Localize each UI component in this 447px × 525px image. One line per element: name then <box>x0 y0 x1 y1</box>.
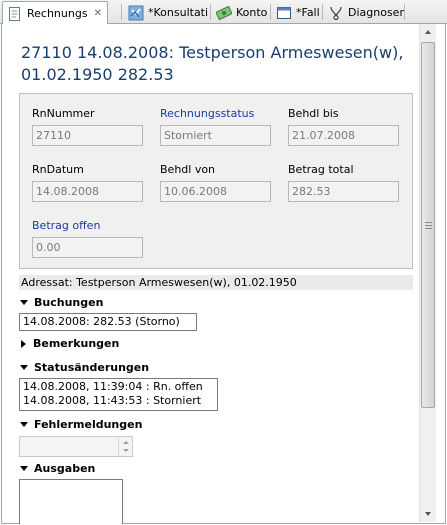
tab-konsultation[interactable]: *Konsultati <box>124 1 210 24</box>
spinner-down-icon[interactable] <box>123 449 129 452</box>
tab-konto[interactable]: Konto <box>212 1 270 24</box>
behdl-bis-field: 21.07.2008 <box>288 125 399 146</box>
rechnungsstatus-label[interactable]: Rechnungsstatus <box>160 107 254 120</box>
consultation-icon <box>128 5 144 21</box>
ausgaben-list[interactable] <box>19 479 123 524</box>
adressat-label: Adressat: Testperson Armeswesen(w), 01.0… <box>19 275 413 290</box>
tab-label: Konto <box>236 6 268 19</box>
behdl-von-field: 10.06.2008 <box>160 181 271 202</box>
behdl-von-label: Behdl von <box>160 163 216 176</box>
tab-rechnungs[interactable]: Rechnungs ✕ <box>2 1 108 25</box>
grip-line <box>425 225 432 226</box>
scrollbar-thumb[interactable] <box>421 42 435 408</box>
chevron-right-icon <box>21 339 26 348</box>
section-label: Fehlermeldungen <box>34 418 143 431</box>
grip-line <box>425 228 432 229</box>
tab-diagnosen[interactable]: Diagnosen <box>324 1 404 24</box>
chevron-down-icon <box>20 422 28 427</box>
rnnummer-field: 27110 <box>32 125 143 146</box>
behdl-bis-label: Behdl bis <box>288 107 339 120</box>
list-item[interactable]: 14.08.2008, 11:43:53 : Storniert <box>23 394 214 408</box>
arrow-up-icon <box>425 30 431 34</box>
section-label: Bemerkungen <box>33 337 120 350</box>
tab-divider <box>210 4 211 20</box>
statusaenderungen-section-header[interactable]: Statusänderungen <box>20 361 149 374</box>
spinner-buttons[interactable] <box>118 437 132 456</box>
tab-divider <box>322 4 323 20</box>
bemerkungen-section-header[interactable]: Bemerkungen <box>20 337 119 350</box>
tab-label: *Fall <box>296 6 320 19</box>
betrag-offen-field: 0.00 <box>32 237 143 258</box>
editor-tab-bar: Rechnungs ✕ *Konsultati Konto *Fall Diag… <box>0 0 447 25</box>
diagnosis-icon <box>328 5 344 21</box>
tab-fall[interactable]: *Fall <box>272 1 322 24</box>
betrag-offen-label[interactable]: Betrag offen <box>32 219 100 232</box>
section-label: Buchungen <box>34 296 104 309</box>
tab-divider <box>270 4 271 20</box>
scroll-up-button[interactable] <box>420 24 436 40</box>
close-icon[interactable]: ✕ <box>94 8 102 19</box>
rnnummer-label: RnNummer <box>32 107 95 120</box>
tab-label: Diagnosen <box>348 6 404 19</box>
buchungen-list[interactable]: 14.08.2008: 282.53 (Storno) <box>19 313 197 331</box>
scroll-down-button[interactable] <box>420 506 436 522</box>
fehlermeldungen-spinner[interactable] <box>19 436 133 457</box>
spinner-up-icon[interactable] <box>123 441 129 444</box>
rndatum-label: RnDatum <box>32 163 84 176</box>
tab-label: *Konsultati <box>148 6 209 19</box>
statusaenderungen-list[interactable]: 14.08.2008, 11:39:04 : Rn. offen 14.08.2… <box>19 378 218 411</box>
section-label: Statusänderungen <box>34 361 150 374</box>
list-item[interactable]: 14.08.2008: 282.53 (Storno) <box>23 315 193 329</box>
betrag-total-label: Betrag total <box>288 163 354 176</box>
rechnungsstatus-field: Storniert <box>160 125 271 146</box>
list-item[interactable]: 14.08.2008, 11:39:04 : Rn. offen <box>23 380 214 394</box>
chevron-down-icon <box>20 365 28 370</box>
rndatum-field: 14.08.2008 <box>32 181 143 202</box>
case-window-icon <box>276 5 292 21</box>
chevron-down-icon <box>20 300 28 305</box>
tab-label: Rechnungs <box>27 7 88 20</box>
ausgaben-section-header[interactable]: Ausgaben <box>20 462 95 475</box>
tab-divider <box>404 4 405 20</box>
betrag-total-field: 282.53 <box>288 181 399 202</box>
invoice-editor: 27110 14.08.2008: Testperson Armeswesen(… <box>1 24 446 524</box>
chevron-down-icon <box>20 466 28 471</box>
section-label: Ausgaben <box>34 462 96 475</box>
invoice-details-panel: RnNummer 27110 Rechnungsstatus Storniert… <box>19 93 413 269</box>
page-title: 27110 14.08.2008: Testperson Armeswesen(… <box>21 43 404 84</box>
grip-line <box>425 222 432 223</box>
arrow-down-icon <box>425 512 431 516</box>
money-icon <box>215 5 233 21</box>
buchungen-section-header[interactable]: Buchungen <box>20 296 103 309</box>
fehlermeldungen-section-header[interactable]: Fehlermeldungen <box>20 418 142 431</box>
invoice-icon <box>7 6 23 22</box>
vertical-scrollbar[interactable] <box>419 24 436 522</box>
tab-divider <box>121 4 122 20</box>
